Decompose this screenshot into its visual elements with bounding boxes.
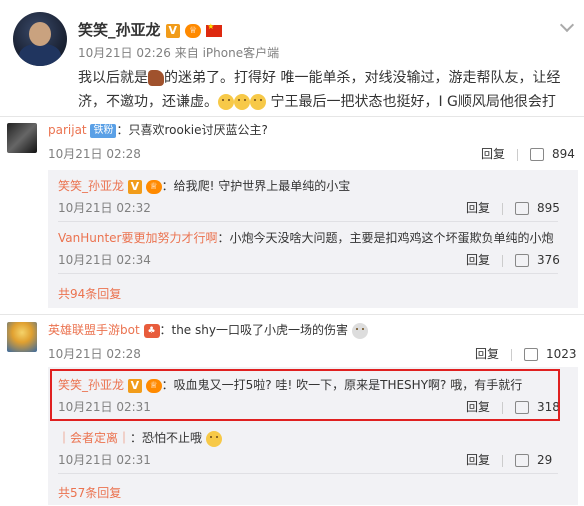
fan-badge: 铁粉 (90, 123, 117, 138)
commenter-avatar[interactable] (7, 322, 37, 352)
comment-time: 10月21日 02:28 (48, 347, 141, 361)
reply-user[interactable]: ｜会者定离｜ (58, 431, 130, 445)
chevron-down-icon[interactable] (559, 17, 575, 33)
comment-row: parijat 铁粉 ：只喜欢rookie讨厌蓝公主? (48, 121, 268, 139)
post-meta: 10月21日 02:26 来自 iPhone客户端 (78, 44, 279, 61)
more-replies-link[interactable]: 共57条回复 (58, 484, 121, 501)
divider (58, 473, 558, 474)
horse-emoji-icon (148, 70, 164, 86)
like-count: 895 (537, 201, 560, 215)
reply-button[interactable]: 回复 (466, 201, 490, 215)
comment-user[interactable]: parijat (48, 123, 87, 137)
commenter-avatar[interactable] (7, 123, 37, 153)
smirk-emoji-icon (205, 430, 222, 447)
verified-v-icon: V (165, 23, 180, 38)
post-author-name[interactable]: 笑笑_孙亚龙 (78, 21, 161, 39)
like-count: 894 (552, 147, 575, 161)
reply-button[interactable]: 回复 (475, 347, 499, 361)
more-replies-link[interactable]: 共94条回复 (58, 285, 121, 302)
like-count: 1023 (546, 347, 577, 361)
divider (0, 116, 584, 117)
reply-text: ：小炮今天没啥大问题，主要是扣鸡鸡这个坏蛋欺负单纯的小炮 (217, 231, 554, 245)
pleading-emoji-icon (218, 94, 234, 110)
reply-text: ：恐怕不止哦 (130, 431, 203, 445)
vip-badge-icon: ♕ (145, 179, 162, 194)
pleading-emoji-icon (234, 94, 250, 110)
reply-time: 10月21日 02:31 (58, 453, 151, 467)
reply-actions: 回复 29 (466, 451, 552, 468)
like-thumb-icon[interactable] (515, 254, 530, 267)
pleading-emoji-icon (250, 94, 266, 110)
reply-row: ｜会者定离｜：恐怕不止哦 (58, 429, 222, 447)
vip-badge-icon: ♕ (184, 23, 201, 38)
china-flag-icon (206, 22, 223, 37)
comment-text: ：the shy一口吸了小虎一场的伤害 (159, 323, 348, 337)
post-text: 我以后就是 的迷弟了。打得好 唯一能单杀，对线没输过，游走帮队友，让经 济，不邀功… (78, 70, 561, 110)
comment-actions: 回复 894 (481, 145, 575, 162)
reply-text: ：给我爬! 守护世界上最单纯的小宝 (161, 179, 351, 193)
post-time[interactable]: 10月21日 02:26 (78, 46, 171, 60)
reply-row: 笑笑_孙亚龙 V ♕ ：给我爬! 守护世界上最单纯的小宝 (58, 177, 350, 195)
highlight-box (50, 369, 560, 421)
reply-button[interactable]: 回复 (466, 253, 490, 267)
reply-user[interactable]: 笑笑_孙亚龙 (58, 179, 124, 193)
post-author-row: 笑笑_孙亚龙 V ♕ (78, 19, 223, 40)
reply-row: VanHunter要更加努力才行啊：小炮今天没啥大问题，主要是扣鸡鸡这个坏蛋欺负… (58, 229, 554, 247)
reply-actions: 回复 376 (466, 251, 560, 268)
author-avatar[interactable] (13, 12, 67, 66)
reply-time: 10月21日 02:32 (58, 201, 151, 215)
reply-button[interactable]: 回复 (466, 453, 490, 467)
divider (58, 221, 558, 222)
divider (58, 273, 558, 274)
comment-time: 10月21日 02:28 (48, 147, 141, 161)
comment-text: ：只喜欢rookie讨厌蓝公主? (116, 123, 268, 137)
comment-user[interactable]: 英雄联盟手游bot (48, 323, 140, 337)
like-count: 29 (537, 453, 553, 467)
reply-time: 10月21日 02:34 (58, 253, 151, 267)
comment-actions: 回复 1023 (475, 345, 577, 362)
like-thumb-icon[interactable] (515, 454, 530, 467)
post-source: 来自 iPhone客户端 (174, 46, 280, 60)
bot-badge-icon: ♣ (143, 323, 160, 338)
dizzy-emoji-icon (351, 322, 368, 339)
like-thumb-icon[interactable] (524, 348, 539, 361)
like-thumb-icon[interactable] (515, 202, 530, 215)
divider (0, 314, 584, 315)
verified-v-icon: V (127, 179, 142, 194)
like-count: 376 (537, 253, 560, 267)
reply-actions: 回复 895 (466, 199, 560, 216)
comment-row: 英雄联盟手游bot ♣ ：the shy一口吸了小虎一场的伤害 (48, 321, 368, 339)
like-thumb-icon[interactable] (530, 148, 545, 161)
reply-user[interactable]: VanHunter要更加努力才行啊 (58, 231, 218, 245)
reply-button[interactable]: 回复 (481, 147, 505, 161)
